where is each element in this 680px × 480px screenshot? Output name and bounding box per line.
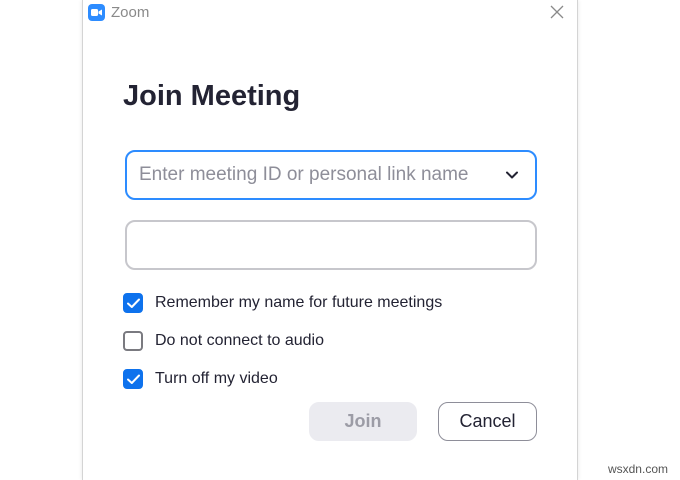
display-name-field[interactable] [125, 220, 537, 270]
zoom-camera-icon [88, 4, 105, 21]
chevron-down-icon[interactable] [505, 168, 519, 182]
zoom-join-window: Zoom Join Meeting Enter meeting ID or pe… [82, 0, 578, 480]
window-title: Zoom [111, 4, 150, 21]
title-bar: Zoom [83, 0, 577, 26]
close-icon[interactable] [549, 4, 565, 20]
display-name-input[interactable] [139, 222, 519, 268]
page-title: Join Meeting [123, 80, 301, 112]
remember-name-label: Remember my name for future meetings [155, 294, 443, 311]
remember-name-checkbox[interactable] [123, 293, 143, 313]
cancel-button[interactable]: Cancel [438, 402, 537, 441]
video-off-checkbox[interactable] [123, 369, 143, 389]
no-audio-checkbox[interactable] [123, 331, 143, 351]
watermark: wsxdn.com [607, 462, 668, 476]
join-button[interactable]: Join [309, 402, 417, 441]
no-audio-label: Do not connect to audio [155, 332, 325, 349]
meeting-id-combobox[interactable] [125, 150, 537, 200]
option-no-audio[interactable]: Do not connect to audio [123, 330, 343, 352]
screen: Zoom Join Meeting Enter meeting ID or pe… [0, 0, 680, 480]
video-off-label: Turn off my video [155, 370, 278, 387]
meeting-id-input[interactable] [139, 152, 479, 198]
option-remember-name[interactable]: Remember my name for future meetings [123, 292, 453, 314]
option-video-off[interactable]: Turn off my video [123, 368, 303, 390]
